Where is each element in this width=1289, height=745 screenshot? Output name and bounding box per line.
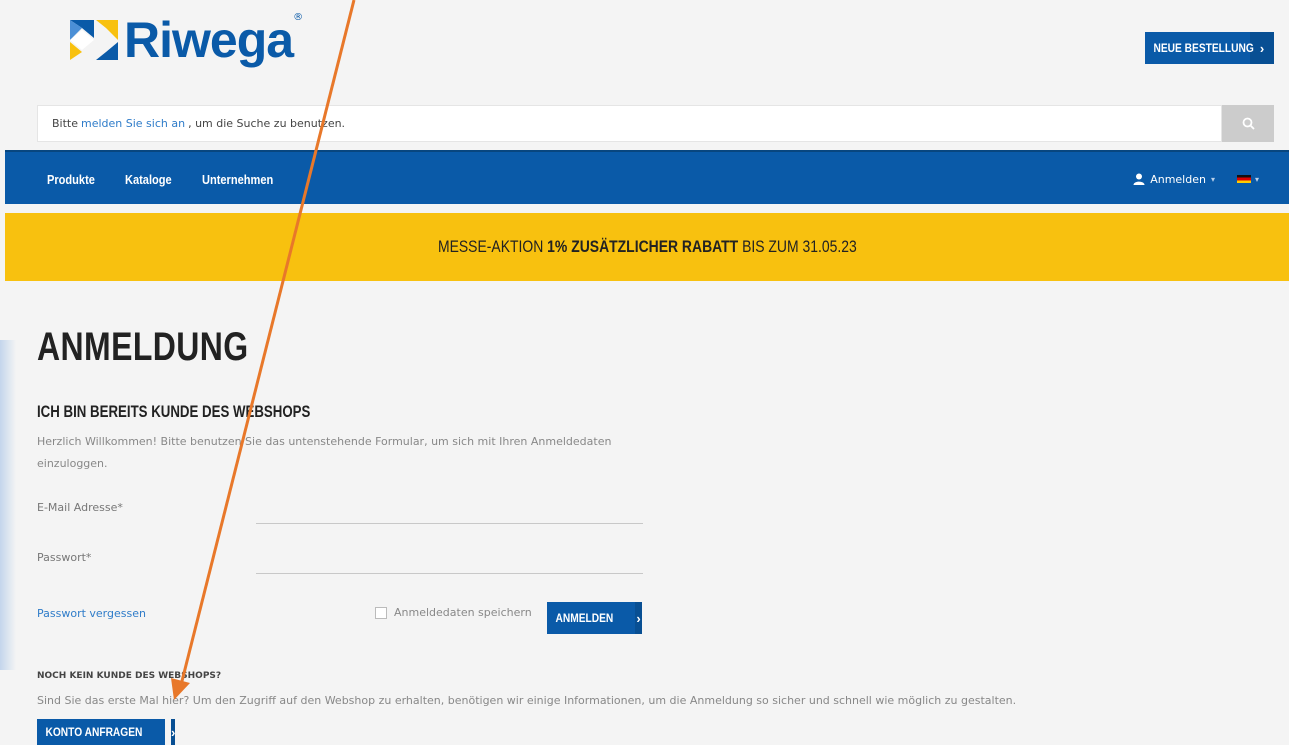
new-order-button[interactable]: NEUE BESTELLUNG › (1145, 32, 1274, 64)
chevron-down-icon: ▾ (1254, 174, 1259, 184)
brand-name: Riwega (124, 12, 294, 68)
main-navigation: Produkte Kataloge Unternehmen Anmelden ▾… (5, 150, 1289, 204)
promo-banner[interactable]: MESSE-AKTION 1% ZUSÄTZLICHER RABATT BIS … (5, 213, 1289, 281)
login-menu-label: Anmelden (1150, 172, 1206, 186)
search-prefix: Bitte (52, 117, 78, 130)
login-dropdown[interactable]: Anmelden ▾ (1133, 173, 1215, 186)
email-field[interactable] (256, 500, 643, 524)
chevron-right-icon: › (171, 719, 176, 745)
login-button-label: ANMELDEN (555, 611, 614, 625)
remember-label: Anmeldedaten speichern (394, 606, 532, 619)
password-field[interactable] (256, 550, 643, 574)
forgot-password-link[interactable]: Passwort vergessen (37, 607, 146, 620)
promo-suffix: BIS ZUM 31.05.23 (737, 237, 857, 256)
search-icon (1242, 117, 1255, 130)
search-bar: Bitte melden Sie sich an , um die Suche … (37, 105, 1274, 142)
request-account-label: KONTO ANFRAGEN (45, 725, 143, 739)
password-label: Passwort* (37, 551, 92, 564)
search-button[interactable] (1222, 105, 1274, 142)
left-edge-shadow (0, 340, 16, 670)
nav-item-produkte[interactable]: Produkte (47, 172, 95, 187)
request-account-button[interactable]: KONTO ANFRAGEN › (37, 719, 176, 745)
header: Riwega ® NEUE BESTELLUNG › (0, 0, 1289, 105)
intro-text: Herzlich Willkommen! Bitte benutzen Sie … (37, 435, 612, 470)
remember-checkbox[interactable] (375, 606, 387, 619)
search-suffix: , um die Suche zu benutzen. (188, 117, 346, 130)
brand-logo[interactable]: Riwega ® (68, 10, 303, 70)
chevron-down-icon: ▾ (1210, 174, 1215, 184)
user-icon (1133, 173, 1145, 185)
nav-item-kataloge[interactable]: Kataloge (125, 172, 172, 187)
login-button[interactable]: ANMELDEN › (547, 602, 642, 634)
language-selector[interactable]: ▾ (1236, 174, 1259, 184)
promo-prefix: MESSE-AKTION (437, 237, 547, 256)
remember-me[interactable]: Anmeldedaten speichern (375, 606, 532, 619)
promo-text: MESSE-AKTION 1% ZUSÄTZLICHER RABATT BIS … (438, 237, 857, 257)
nav-item-unternehmen[interactable]: Unternehmen (202, 172, 273, 187)
login-link[interactable]: melden Sie sich an (81, 117, 185, 130)
riwega-logo-mark-icon (68, 18, 120, 62)
register-title: NOCH KEIN KUNDE DES WEBSHOPS? (37, 671, 222, 681)
registered-mark: ® (293, 12, 304, 23)
chevron-right-icon: › (635, 602, 642, 634)
email-label: E-Mail Adresse* (37, 501, 123, 514)
register-text: Sind Sie das erste Mal hier? Um den Zugr… (37, 694, 1017, 707)
search-input[interactable]: Bitte melden Sie sich an , um die Suche … (37, 105, 1222, 142)
new-order-label: NEUE BESTELLUNG (1153, 41, 1254, 55)
page-title: ANMELDUNG (37, 325, 249, 369)
promo-highlight: 1% ZUSÄTZLICHER RABATT (546, 237, 738, 256)
german-flag-icon (1236, 175, 1251, 183)
section-title: ICH BIN BEREITS KUNDE DES WEBSHOPS (37, 402, 311, 421)
